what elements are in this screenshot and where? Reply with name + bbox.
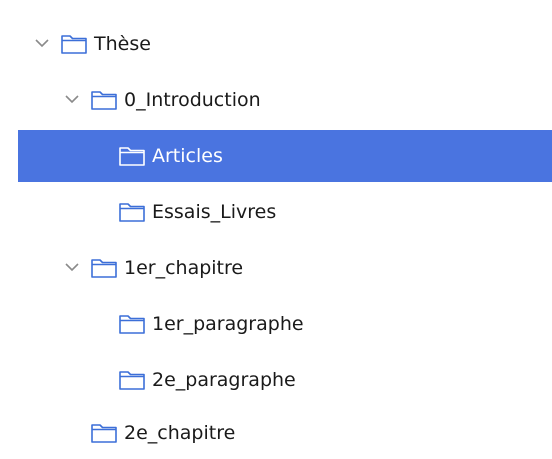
tree-item-0-introduction[interactable]: 0_Introduction [18,74,552,126]
folder-icon [91,91,117,110]
tree-item-essais-livres[interactable]: Essais_Livres [18,186,552,238]
folder-icon [119,315,145,334]
folder-icon [119,371,145,390]
tree-item-1er-paragraphe[interactable]: 1er_paragraphe [18,298,552,350]
tree-item-label: Articles [152,145,223,167]
tree-item-articles[interactable]: Articles [18,130,552,182]
tree-item-label: Thèse [94,33,151,55]
tree-item-1er-chapitre[interactable]: 1er_chapitre [18,242,552,294]
folder-icon [91,424,117,443]
chevron-down-icon[interactable] [62,257,82,277]
tree-item-2e-paragraphe[interactable]: 2e_paragraphe [18,354,552,406]
tree-item-label: 0_Introduction [124,89,261,111]
folder-icon [91,259,117,278]
folder-tree: Thèse 0_Introduction Articles Essais_Liv… [0,0,552,459]
tree-item-label: 2e_chapitre [124,422,236,444]
folder-icon [119,203,145,222]
folder-icon [61,35,87,54]
tree-item-label: 1er_chapitre [124,257,244,279]
folder-icon [119,147,145,166]
chevron-down-icon[interactable] [62,89,82,109]
tree-item-2e-chapitre[interactable]: 2e_chapitre [18,407,552,459]
tree-item-label: 1er_paragraphe [152,313,304,335]
tree-item-label: 2e_paragraphe [152,369,296,391]
chevron-down-icon[interactable] [32,33,52,53]
tree-item-these[interactable]: Thèse [18,18,552,70]
tree-item-label: Essais_Livres [152,201,277,223]
